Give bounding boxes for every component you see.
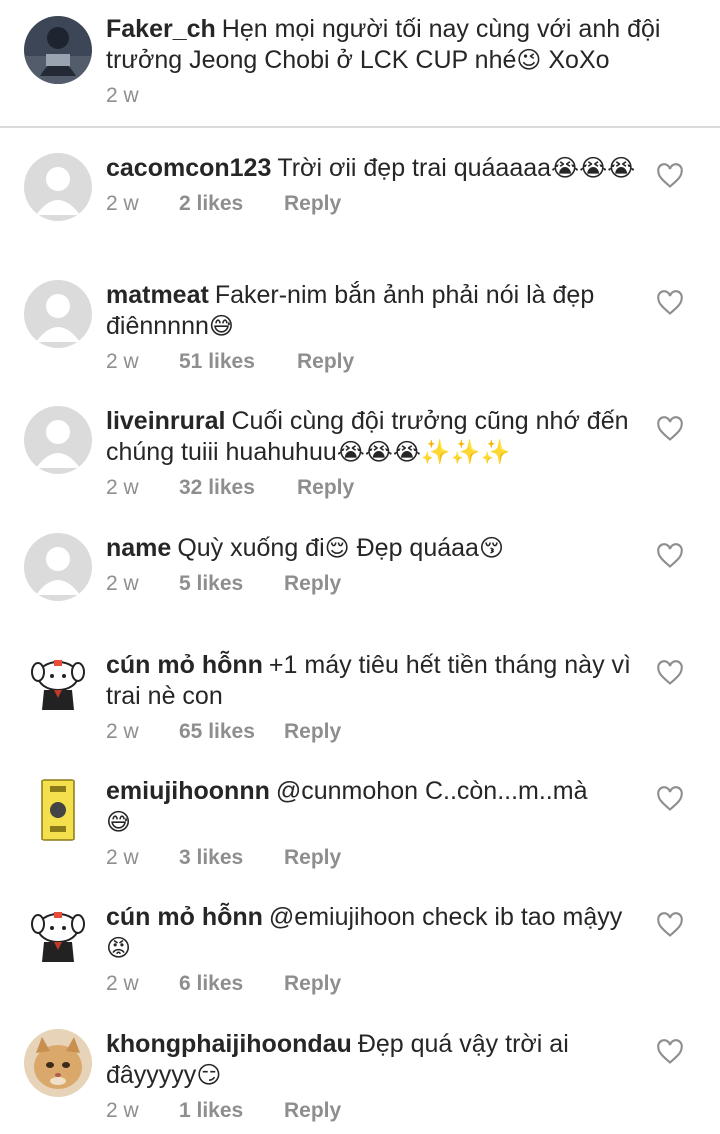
crying-emoji: 😭😭😭: [551, 154, 636, 182]
reply-button[interactable]: Reply: [284, 972, 341, 996]
heart-icon[interactable]: [656, 786, 684, 812]
avatar[interactable]: [24, 533, 92, 601]
comment-text: liveinrural Cuối cùng đội trưởng cũng nhớ…: [106, 407, 629, 466]
comment-time: 2 w: [106, 572, 139, 595]
comment-likes[interactable]: 5 likes: [179, 572, 284, 596]
comment-username[interactable]: liveinrural: [106, 407, 226, 435]
comment-username[interactable]: name: [106, 534, 171, 562]
comment-meta: 2 w 5 likes Reply: [106, 572, 646, 596]
comment-time: 2 w: [106, 192, 139, 215]
post-time: 2 w: [106, 84, 139, 107]
reply-button[interactable]: Reply: [284, 192, 341, 216]
caption-tail: XoXo: [541, 46, 610, 74]
comment-username[interactable]: cún mỏ hỗnn: [106, 903, 263, 931]
reply-button[interactable]: Reply: [297, 476, 354, 500]
reply-button[interactable]: Reply: [284, 846, 341, 870]
avatar[interactable]: [24, 280, 92, 348]
angry-emoji: 😡: [106, 934, 132, 962]
comment-username[interactable]: cún mỏ hỗnn: [106, 651, 263, 679]
heart-icon[interactable]: [656, 416, 684, 442]
comment-text: matmeat Faker-nim bắn ảnh phải nói là đẹp…: [106, 281, 595, 340]
heart-icon[interactable]: [656, 543, 684, 569]
comment-text: cún mỏ hỗnn +1 máy tiêu hết tiền tháng nà…: [106, 651, 631, 710]
avatar[interactable]: [24, 650, 92, 718]
reply-button[interactable]: Reply: [284, 572, 341, 596]
comment-time: 2 w: [106, 1099, 139, 1122]
comment-username[interactable]: khongphaijihoondau: [106, 1030, 352, 1058]
comment-text: khongphaijihoondau Đẹp quá vậy trời ai đâ…: [106, 1030, 569, 1089]
reply-button[interactable]: Reply: [284, 720, 341, 744]
post-author-username[interactable]: Faker_ch: [106, 15, 216, 43]
reply-button[interactable]: Reply: [284, 1099, 341, 1123]
avatar[interactable]: [24, 406, 92, 474]
comment-time: 2 w: [106, 720, 139, 743]
avatar[interactable]: [24, 902, 92, 970]
comment-likes[interactable]: 3 likes: [179, 846, 284, 870]
wink-emoji: 😉: [516, 46, 542, 74]
comment-meta: 2 w 1 likes Reply: [106, 1099, 646, 1123]
sweat-smile-emoji: 😅: [106, 808, 132, 836]
avatar[interactable]: [24, 1029, 92, 1097]
heart-icon[interactable]: [656, 1039, 684, 1065]
comment-text: cacomcon123 Trời ơii đẹp trai quáaaaa😭😭😭: [106, 154, 636, 182]
comment-text: cún mỏ hỗnn @emiujihoon check ib tao mậyy…: [106, 903, 623, 962]
avatar[interactable]: [24, 153, 92, 221]
comment-meta: 2 w 51 likes Reply: [106, 350, 646, 374]
comment-time: 2 w: [106, 846, 139, 869]
post-author-avatar[interactable]: [24, 16, 92, 84]
comment-text: emiujihoonnn @cunmohon C..còn...m..mà 😅: [106, 777, 588, 836]
comment-username[interactable]: cacomcon123: [106, 154, 271, 182]
comment-likes[interactable]: 6 likes: [179, 972, 284, 996]
sweat-smile-emoji: 😅: [208, 312, 234, 340]
comment-likes[interactable]: 65 likes: [179, 720, 284, 744]
post-caption-text: Faker_ch Hẹn mọi người tối nay cùng với a…: [106, 14, 686, 76]
comment-time: 2 w: [106, 350, 139, 373]
heart-icon[interactable]: [656, 660, 684, 686]
comment-time: 2 w: [106, 972, 139, 995]
comment-meta: 2 w 3 likes Reply: [106, 846, 646, 870]
comment-username[interactable]: emiujihoonnn: [106, 777, 270, 805]
crying-sparkles-emoji: 😭😭😭✨✨✨: [336, 438, 511, 466]
post-caption: Faker_ch Hẹn mọi người tối nay cùng với a…: [0, 0, 720, 128]
comment-text: name Quỳ xuống đi😌 Đẹp quáaa😚: [106, 534, 504, 562]
comment-likes[interactable]: 2 likes: [179, 192, 284, 216]
heart-icon[interactable]: [656, 290, 684, 316]
smirk-emoji: 😏: [196, 1061, 222, 1089]
heart-icon[interactable]: [656, 912, 684, 938]
relieved-emoji: 😌: [324, 534, 350, 562]
comment-meta: 2 w 32 likes Reply: [106, 476, 646, 500]
comment-time: 2 w: [106, 476, 139, 499]
comment-likes[interactable]: 1 likes: [179, 1099, 284, 1123]
heart-icon[interactable]: [656, 163, 684, 189]
comment-meta: 2 w 6 likes Reply: [106, 972, 646, 996]
comment-meta: 2 w 65 likes Reply: [106, 720, 646, 744]
comment-likes[interactable]: 51 likes: [179, 350, 297, 374]
comment-likes[interactable]: 32 likes: [179, 476, 297, 500]
avatar[interactable]: [24, 776, 92, 844]
reply-button[interactable]: Reply: [297, 350, 354, 374]
kissing-emoji: 😚: [478, 534, 504, 562]
comment-username[interactable]: matmeat: [106, 281, 209, 309]
comment-meta: 2 w 2 likes Reply: [106, 192, 646, 216]
